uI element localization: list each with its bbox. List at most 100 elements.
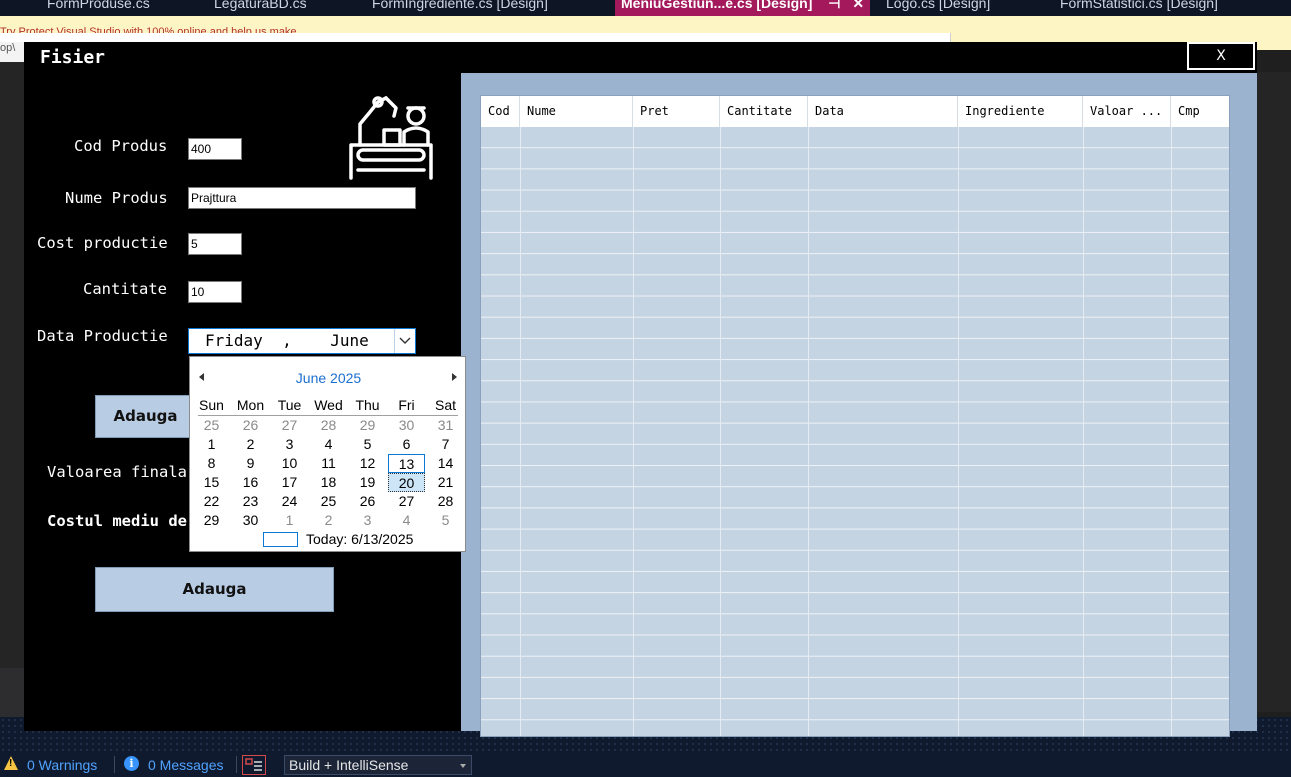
calendar-day[interactable]: 17 — [270, 473, 309, 492]
column-header-cod[interactable]: Cod — [481, 96, 520, 127]
grid-divider — [808, 127, 809, 736]
calendar-day[interactable]: 8 — [192, 454, 231, 473]
calendar-day[interactable]: 19 — [348, 473, 387, 492]
calendar-day[interactable]: 11 — [309, 454, 348, 473]
calendar-day[interactable]: 26 — [348, 492, 387, 511]
data-productie-picker[interactable]: Friday , June — [188, 328, 416, 354]
messages-count[interactable]: 0 Messages — [148, 757, 223, 773]
calendar-day[interactable]: 28 — [309, 416, 348, 435]
tab-meniugestiune[interactable]: MeniuGestiun...e.cs [Design] ⊣ ✕ — [615, 0, 871, 16]
tab-logo[interactable]: Logo.cs [Design] — [886, 0, 990, 11]
tab-legaturabd[interactable]: LegaturaBD.cs — [214, 0, 307, 11]
calendar-day[interactable]: 12 — [348, 454, 387, 473]
column-header-cantitate[interactable]: Cantitate — [720, 96, 808, 127]
nume-produs-input[interactable]: Prajttura — [188, 187, 416, 209]
calendar-popup[interactable]: June 2025 Sun Mon Tue Wed Thu Fri Sat 25 26 27 28… — [189, 356, 466, 552]
today-link[interactable]: Today: 6/13/2025 — [306, 531, 413, 547]
today-marker — [263, 532, 298, 547]
adauga-button-top[interactable]: Adauga — [95, 395, 195, 438]
calendar-day[interactable]: 31 — [426, 416, 465, 435]
column-header-valoare[interactable]: Valoar ... — [1083, 96, 1171, 127]
calendar-day[interactable]: 13 — [388, 454, 425, 473]
close-icon[interactable]: ✕ — [852, 0, 864, 11]
calendar-day[interactable]: 9 — [231, 454, 270, 473]
calendar-day[interactable]: 3 — [348, 511, 387, 530]
calendar-month-title[interactable]: June 2025 — [190, 370, 467, 386]
chevron-down-icon — [460, 764, 466, 768]
calendar-day[interactable]: 15 — [192, 473, 231, 492]
calendar-day[interactable]: 29 — [348, 416, 387, 435]
tab-formproduse[interactable]: FormProduse.cs — [47, 0, 150, 11]
info-icon: i — [124, 756, 139, 771]
calendar-day[interactable]: 28 — [426, 492, 465, 511]
calendar-day[interactable]: 5 — [426, 511, 465, 530]
build-mode-label: Build + IntelliSense — [289, 757, 409, 773]
column-header-nume[interactable]: Nume — [520, 96, 633, 127]
calendar-day[interactable]: 6 — [387, 435, 426, 454]
calendar-day[interactable]: 1 — [270, 511, 309, 530]
cod-produs-input[interactable]: 400 — [188, 138, 242, 160]
calendar-day[interactable]: 4 — [387, 511, 426, 530]
calendar-day[interactable]: 10 — [270, 454, 309, 473]
calendar-day[interactable]: 20 — [388, 473, 425, 492]
grid-header-row: Cod Nume Pret Cantitate Data Ingrediente… — [481, 96, 1229, 127]
cantitate-label: Cantitate — [83, 280, 167, 298]
next-month-arrow-icon[interactable] — [452, 373, 457, 381]
vs-left-panel-lower — [0, 668, 24, 720]
calendar-day[interactable]: 18 — [309, 473, 348, 492]
warnings-count[interactable]: 0 Warnings — [27, 757, 97, 773]
vs-left-panel — [0, 62, 24, 668]
status-divider — [114, 756, 115, 773]
calendar-day[interactable]: 30 — [387, 416, 426, 435]
calendar-day[interactable]: 16 — [231, 473, 270, 492]
grid-divider — [958, 127, 959, 736]
cost-mediu-label: Costul mediu de productie — [47, 512, 189, 530]
calendar-day[interactable]: 2 — [231, 435, 270, 454]
column-header-pret[interactable]: Pret — [633, 96, 720, 127]
calendar-day[interactable]: 23 — [231, 492, 270, 511]
build-mode-select[interactable]: Build + IntelliSense — [284, 755, 472, 775]
tab-formingrediente[interactable]: FormIngrediente.cs [Design] — [372, 0, 548, 11]
grid-divider — [633, 127, 634, 736]
close-button[interactable]: X — [1187, 42, 1255, 70]
column-header-ingrediente[interactable]: Ingrediente — [958, 96, 1083, 127]
calendar-day[interactable]: 4 — [309, 435, 348, 454]
cost-productie-input[interactable]: 5 — [188, 233, 242, 255]
calendar-day[interactable]: 29 — [192, 511, 231, 530]
calendar-day[interactable]: 5 — [348, 435, 387, 454]
column-header-cmp[interactable]: Cmp — [1171, 96, 1229, 127]
calendar-day[interactable]: 7 — [426, 435, 465, 454]
calendar-day[interactable]: 27 — [270, 416, 309, 435]
calendar-day[interactable]: 2 — [309, 511, 348, 530]
adauga-button-bottom[interactable]: Adauga — [95, 567, 334, 612]
cantitate-input[interactable]: 10 — [188, 281, 242, 303]
column-header-data[interactable]: Data — [808, 96, 958, 127]
data-productie-label: Data Productie — [37, 327, 168, 345]
calendar-day[interactable]: 25 — [192, 416, 231, 435]
grid-divider — [1083, 127, 1084, 736]
calendar-day[interactable]: 14 — [426, 454, 465, 473]
calendar-day[interactable]: 1 — [192, 435, 231, 454]
filter-icon[interactable] — [242, 755, 266, 775]
vs-tab-bar: FormProduse.cs LegaturaBD.cs FormIngredi… — [0, 0, 1291, 16]
vs-side-text: op\ — [0, 42, 24, 62]
cod-produs-label: Cod Produs — [74, 137, 168, 155]
calendar-day[interactable]: 30 — [231, 511, 270, 530]
products-grid[interactable]: Cod Nume Pret Cantitate Data Ingrediente… — [480, 95, 1230, 737]
calendar-day[interactable]: 3 — [270, 435, 309, 454]
tab-formstatistici[interactable]: FormStatistici.cs [Design] — [1060, 0, 1218, 11]
date-picker-value: Friday , June — [205, 331, 369, 350]
calendar-day[interactable]: 27 — [387, 492, 426, 511]
calendar-day[interactable]: 22 — [192, 492, 231, 511]
calendar-day[interactable]: 21 — [426, 473, 465, 492]
weekday-header: Sat — [434, 397, 456, 413]
date-picker-dropdown-button[interactable] — [394, 329, 415, 353]
warning-icon — [4, 756, 18, 770]
calendar-day[interactable]: 26 — [231, 416, 270, 435]
calendar-day[interactable]: 25 — [309, 492, 348, 511]
pin-icon[interactable]: ⊣ — [828, 0, 840, 11]
weekday-header: Fri — [398, 397, 415, 413]
form-title: Fisier — [40, 47, 106, 68]
factory-worker-icon — [349, 96, 433, 180]
calendar-day[interactable]: 24 — [270, 492, 309, 511]
